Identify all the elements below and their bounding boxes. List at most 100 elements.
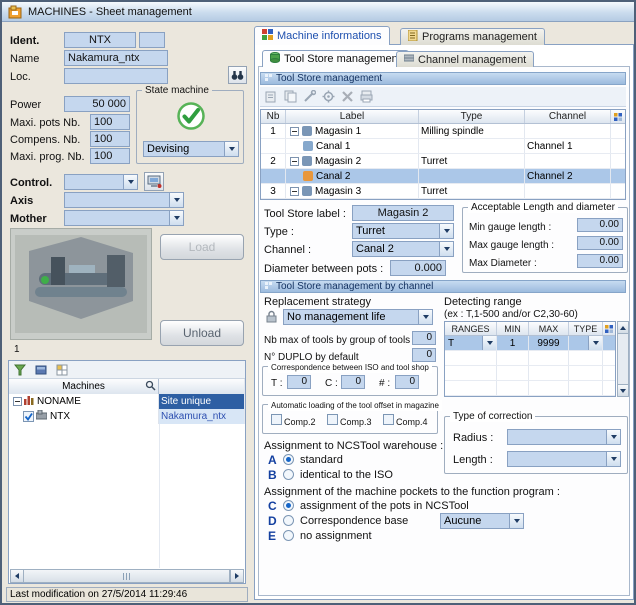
- site-value[interactable]: Site unique: [159, 394, 245, 409]
- machine-sheet-name[interactable]: Nakamura_ntx: [159, 409, 245, 424]
- sites-icon[interactable]: [33, 362, 49, 378]
- scroll-left-icon[interactable]: [11, 570, 24, 582]
- tool-store-label-field[interactable]: Magasin 2: [352, 205, 454, 221]
- max-gauge-field[interactable]: 0.00: [577, 236, 623, 250]
- comp3-checkbox[interactable]: [327, 414, 338, 425]
- detecting-row-empty[interactable]: [445, 366, 615, 381]
- hash-field[interactable]: 0: [395, 375, 419, 389]
- loc-field[interactable]: [64, 68, 168, 84]
- table-row[interactable]: NONAME Site unique: [9, 394, 245, 409]
- type-select[interactable]: Turret: [352, 223, 454, 239]
- tab-programs-management[interactable]: Programs management: [400, 28, 545, 45]
- duplo-field[interactable]: 0: [412, 348, 436, 362]
- tools-icon[interactable]: [301, 89, 317, 105]
- chevron-down-icon[interactable]: [439, 224, 453, 238]
- add-tool-store-icon[interactable]: [263, 89, 279, 105]
- expander-icon[interactable]: [290, 187, 299, 196]
- chevron-down-icon[interactable]: [606, 452, 620, 466]
- machines-list-header[interactable]: Machines: [9, 379, 245, 394]
- table-row[interactable]: 3 Magasin 3 Turret: [261, 184, 625, 199]
- col-nb[interactable]: Nb: [261, 110, 286, 123]
- load-button[interactable]: Load: [160, 234, 244, 260]
- max-diameter-field[interactable]: 0.00: [577, 254, 623, 268]
- t-field[interactable]: 0: [287, 375, 311, 389]
- name-field[interactable]: Nakamura_ntx: [64, 50, 168, 66]
- copy-tool-store-icon[interactable]: [282, 89, 298, 105]
- scroll-up-icon[interactable]: [618, 322, 628, 334]
- find-button[interactable]: [228, 66, 247, 84]
- detecting-row-empty[interactable]: [445, 381, 615, 396]
- min-gauge-field[interactable]: 0.00: [577, 218, 623, 232]
- scroll-down-icon[interactable]: [618, 384, 628, 396]
- expander-icon[interactable]: [13, 397, 22, 406]
- replacement-select[interactable]: No management life: [283, 309, 433, 325]
- chevron-down-icon[interactable]: [169, 211, 183, 225]
- filter-icon[interactable]: [12, 362, 28, 378]
- col-ranges[interactable]: RANGES: [445, 322, 497, 335]
- detecting-vscrollbar[interactable]: [617, 321, 629, 397]
- option-b-radio[interactable]: [283, 469, 294, 480]
- option-e-label[interactable]: no assignment: [300, 530, 372, 543]
- search-icon[interactable]: [145, 380, 156, 394]
- option-c-radio[interactable]: [283, 500, 294, 511]
- mother-select[interactable]: [64, 210, 184, 226]
- tab-tool-store-management[interactable]: Tool Store management: [262, 50, 409, 67]
- column-chooser-icon[interactable]: [611, 110, 625, 123]
- option-e-radio[interactable]: [283, 530, 294, 541]
- chevron-down-icon[interactable]: [169, 193, 183, 207]
- col-type[interactable]: TYPE: [569, 322, 603, 335]
- chevron-down-icon[interactable]: [224, 142, 238, 156]
- scrollbar-thumb[interactable]: [24, 570, 230, 582]
- compens-field[interactable]: 100: [90, 131, 130, 147]
- machine-3d-preview[interactable]: [10, 228, 152, 340]
- col-max[interactable]: MAX: [529, 322, 569, 335]
- detecting-row-selected[interactable]: T 1 9999: [445, 336, 615, 351]
- chevron-down-icon[interactable]: [509, 514, 523, 528]
- ident-index-field[interactable]: [139, 32, 165, 48]
- chevron-down-icon[interactable]: [588, 336, 602, 350]
- tool-table-header[interactable]: Nb Label Type Channel: [261, 110, 625, 124]
- nb-max-field[interactable]: 0: [412, 331, 436, 345]
- col-type[interactable]: Type: [419, 110, 525, 123]
- power-field[interactable]: 50 000: [64, 96, 130, 112]
- scroll-right-icon[interactable]: [230, 570, 243, 582]
- option-a-radio[interactable]: [283, 454, 294, 465]
- table-row[interactable]: 2 Magasin 2 Turret: [261, 154, 625, 169]
- detecting-row-empty[interactable]: [445, 351, 615, 366]
- maxi-prog-field[interactable]: 100: [90, 148, 130, 164]
- table-row[interactable]: NTX Nakamura_ntx: [9, 409, 245, 424]
- expander-icon[interactable]: [290, 127, 299, 136]
- col-channel[interactable]: Channel: [525, 110, 611, 123]
- unload-button[interactable]: Unload: [160, 320, 244, 346]
- delete-icon[interactable]: [339, 89, 355, 105]
- chevron-down-icon[interactable]: [439, 242, 453, 256]
- axis-select[interactable]: [64, 192, 184, 208]
- ident-field[interactable]: NTX: [64, 32, 136, 48]
- table-row[interactable]: Canal 1 Channel 1: [261, 139, 625, 154]
- chevron-down-icon[interactable]: [418, 310, 432, 324]
- state-machine-select[interactable]: Devising: [143, 141, 239, 157]
- option-d-radio[interactable]: [283, 515, 294, 526]
- column-chooser-icon[interactable]: [603, 322, 615, 335]
- maxi-pots-field[interactable]: 100: [90, 114, 130, 130]
- option-d-label[interactable]: Correspondence base: [300, 515, 408, 528]
- option-b-label[interactable]: identical to the ISO: [300, 469, 393, 482]
- print-icon[interactable]: [358, 89, 374, 105]
- c-field[interactable]: 0: [341, 375, 365, 389]
- table-row-selected[interactable]: Canal 2 Channel 2: [261, 169, 625, 184]
- chevron-down-icon[interactable]: [123, 175, 137, 189]
- scrollbar-track[interactable]: [618, 334, 628, 384]
- comp4-checkbox[interactable]: [383, 414, 394, 425]
- length-select[interactable]: [507, 451, 621, 467]
- correspondence-base-select[interactable]: Aucune: [440, 513, 524, 529]
- machines-hscrollbar[interactable]: [10, 569, 244, 583]
- col-label[interactable]: Label: [286, 110, 419, 123]
- control-editor-button[interactable]: [144, 172, 164, 191]
- radius-select[interactable]: [507, 429, 621, 445]
- settings-icon[interactable]: [320, 89, 336, 105]
- option-c-label[interactable]: assignment of the pots in NCSTool: [300, 500, 469, 513]
- tab-machine-informations[interactable]: Machine informations: [254, 26, 390, 45]
- expander-icon[interactable]: [290, 157, 299, 166]
- tab-channel-management[interactable]: Channel management: [396, 51, 534, 67]
- machine-checkbox[interactable]: [23, 411, 34, 422]
